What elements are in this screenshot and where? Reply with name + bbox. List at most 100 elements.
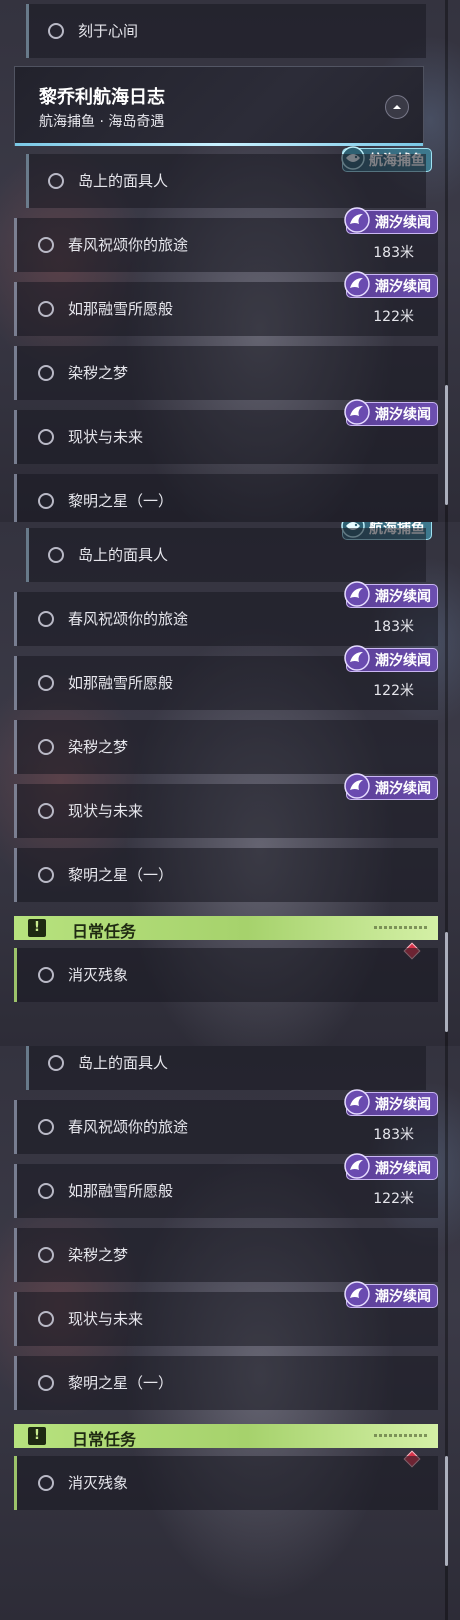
tide-icon xyxy=(344,1281,370,1307)
quest-panel-2: 航海捕鱼 岛上的面具人 春风祝颂你的旅途 潮汐续闻 183米 如那融雪所愿般 潮… xyxy=(0,522,460,1046)
quest-label: 现状与未来 xyxy=(68,1310,144,1328)
row-accent xyxy=(14,784,17,838)
radio-icon xyxy=(38,675,54,691)
quest-label: 如那融雪所愿般 xyxy=(68,300,174,318)
chapter-title: 黎乔利航海日志 xyxy=(39,87,165,108)
quest-label: 岛上的面具人 xyxy=(78,1054,169,1072)
radio-icon xyxy=(38,867,54,883)
quest-label: 春风祝颂你的旅途 xyxy=(68,236,189,254)
quest-item-snow[interactable]: 如那融雪所愿般 潮汐续闻 122米 xyxy=(14,645,438,710)
quest-item-top[interactable]: 刻于心间 xyxy=(26,4,426,58)
quest-panel-1: 刻于心间 黎乔利航海日志 航海捕鱼 · 海岛奇遇 航海捕鱼 岛上的面具人 春风祝… xyxy=(0,0,460,522)
radio-icon xyxy=(38,1247,54,1263)
radio-icon xyxy=(38,1475,54,1491)
radio-icon xyxy=(38,301,54,317)
radio-icon xyxy=(48,1055,64,1071)
tide-tag: 潮汐续闻 xyxy=(344,207,438,234)
quest-item-dawn[interactable]: 黎明之星（一） xyxy=(14,474,438,522)
row-accent xyxy=(26,1046,29,1090)
radio-icon xyxy=(38,429,54,445)
row-accent xyxy=(14,848,17,902)
chapter-header[interactable]: 黎乔利航海日志 航海捕鱼 · 海岛奇遇 xyxy=(14,66,424,146)
collapse-button[interactable] xyxy=(385,95,409,119)
tide-icon xyxy=(344,645,370,671)
daily-header-label: 日常任务 xyxy=(72,922,137,941)
tide-icon xyxy=(344,207,370,233)
scrollbar-thumb[interactable] xyxy=(445,932,448,1032)
quest-label: 如那融雪所愿般 xyxy=(68,674,174,692)
banner-decoration xyxy=(374,1434,428,1437)
daily-header-label: 日常任务 xyxy=(72,1430,137,1449)
row-accent xyxy=(14,346,17,400)
chapter-subtitle: 航海捕鱼 · 海岛奇遇 xyxy=(39,114,165,130)
scrollbar-thumb[interactable] xyxy=(445,1456,448,1566)
quest-label: 现状与未来 xyxy=(68,802,144,820)
tide-icon xyxy=(344,773,370,799)
quest-item-spring[interactable]: 春风祝颂你的旅途 潮汐续闻 183米 xyxy=(14,1089,438,1154)
daily-quest-header[interactable]: ! 日常任务 xyxy=(14,916,438,941)
quest-item-spring[interactable]: 春风祝颂你的旅途 潮汐续闻 183米 xyxy=(14,207,438,272)
tide-tag-label: 潮汐续闻 xyxy=(375,407,431,423)
quest-item-daily[interactable]: 消灭残象 xyxy=(14,948,438,1002)
quest-item-mask[interactable]: 岛上的面具人 xyxy=(26,1046,426,1090)
tide-icon xyxy=(344,271,370,297)
exclamation-icon: ! xyxy=(28,1427,46,1445)
quest-item-dawn[interactable]: 黎明之星（一） xyxy=(14,1356,438,1410)
radio-icon xyxy=(38,493,54,509)
quest-item-future[interactable]: 现状与未来 潮汐续闻 xyxy=(14,773,438,838)
radio-icon xyxy=(38,739,54,755)
tide-tag-label: 潮汐续闻 xyxy=(375,1289,431,1305)
quest-item-dream[interactable]: 染秽之梦 xyxy=(14,1228,438,1282)
quest-label: 染秽之梦 xyxy=(68,738,129,756)
quest-label: 刻于心间 xyxy=(78,22,139,40)
scrollbar[interactable] xyxy=(445,0,448,522)
tide-tag: 潮汐续闻 xyxy=(344,271,438,298)
quest-label: 春风祝颂你的旅途 xyxy=(68,1118,189,1136)
quest-item-daily[interactable]: 消灭残象 xyxy=(14,1456,438,1510)
row-accent xyxy=(26,528,29,582)
row-accent xyxy=(14,1100,17,1154)
scrollbar[interactable] xyxy=(445,1046,448,1620)
row-accent xyxy=(14,1228,17,1282)
tide-tag: 潮汐续闻 xyxy=(344,773,438,800)
quest-item-snow[interactable]: 如那融雪所愿般 潮汐续闻 122米 xyxy=(14,1153,438,1218)
exclamation-icon: ! xyxy=(28,919,46,937)
quest-item-dream[interactable]: 染秽之梦 xyxy=(14,346,438,400)
row-accent xyxy=(14,656,17,710)
quest-item-future[interactable]: 现状与未来 潮汐续闻 xyxy=(14,399,438,464)
quest-label: 黎明之星（一） xyxy=(68,492,174,510)
radio-icon xyxy=(38,365,54,381)
quest-item-mask[interactable]: 岛上的面具人 xyxy=(26,154,426,208)
tide-icon xyxy=(344,1089,370,1115)
row-accent xyxy=(14,720,17,774)
tide-tag-label: 潮汐续闻 xyxy=(375,279,431,295)
chevron-up-icon xyxy=(393,105,401,109)
tide-tag: 潮汐续闻 xyxy=(344,645,438,672)
quest-item-dream[interactable]: 染秽之梦 xyxy=(14,720,438,774)
tide-icon xyxy=(344,399,370,425)
quest-label: 春风祝颂你的旅途 xyxy=(68,610,189,628)
quest-label: 消灭残象 xyxy=(68,1474,129,1492)
tide-icon xyxy=(344,1153,370,1179)
daily-quest-header[interactable]: ! 日常任务 xyxy=(14,1424,438,1449)
radio-icon xyxy=(48,173,64,189)
quest-item-dawn[interactable]: 黎明之星（一） xyxy=(14,848,438,902)
row-accent xyxy=(26,154,29,208)
quest-label: 岛上的面具人 xyxy=(78,546,169,564)
distance-label: 122米 xyxy=(373,683,414,699)
radio-icon xyxy=(38,967,54,983)
row-accent xyxy=(14,948,17,1002)
radio-icon xyxy=(38,1375,54,1391)
scrollbar[interactable] xyxy=(445,522,448,1046)
row-accent xyxy=(14,1456,17,1510)
tide-tag-label: 潮汐续闻 xyxy=(375,1161,431,1177)
radio-icon xyxy=(48,547,64,563)
quest-item-future[interactable]: 现状与未来 潮汐续闻 xyxy=(14,1281,438,1346)
quest-item-snow[interactable]: 如那融雪所愿般 潮汐续闻 122米 xyxy=(14,271,438,336)
tide-icon xyxy=(344,581,370,607)
quest-item-mask[interactable]: 岛上的面具人 xyxy=(26,528,426,582)
scrollbar-thumb[interactable] xyxy=(445,385,448,505)
quest-item-spring[interactable]: 春风祝颂你的旅途 潮汐续闻 183米 xyxy=(14,581,438,646)
tide-tag-label: 潮汐续闻 xyxy=(375,653,431,669)
distance-label: 183米 xyxy=(373,245,414,261)
